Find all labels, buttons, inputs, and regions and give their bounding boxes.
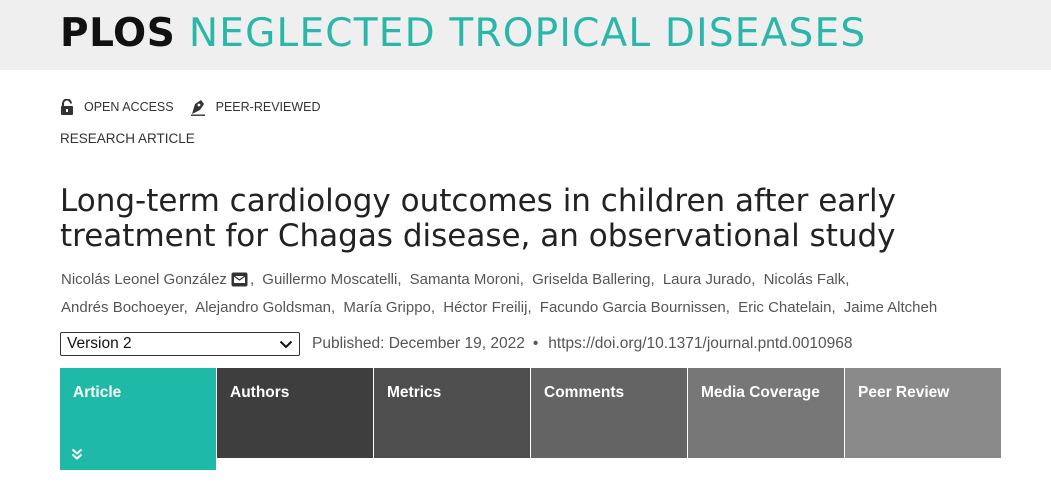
- tab-authors[interactable]: Authors: [217, 368, 373, 458]
- author-line-1: Nicolás Leonel González, Guillermo Mosca…: [61, 266, 1021, 294]
- tab-comments[interactable]: Comments: [531, 368, 687, 458]
- author-link[interactable]: Samanta Moroni,: [410, 271, 528, 288]
- author-link[interactable]: Alejandro Goldsman,: [195, 299, 339, 316]
- author-link[interactable]: Héctor Freilij,: [443, 299, 535, 316]
- author-link[interactable]: Facundo Garcia Bournissen,: [540, 299, 734, 316]
- tab-article[interactable]: Article: [60, 368, 216, 470]
- article-title: Long-term cardiology outcomes in childre…: [60, 183, 897, 254]
- double-chevron-down-icon: [71, 448, 83, 460]
- author-link[interactable]: María Grippo,: [343, 299, 439, 316]
- published-date: Published: December 19, 2022: [312, 335, 525, 352]
- plos-brand: PLOS: [60, 11, 176, 56]
- author-link[interactable]: Jaime Altcheh: [844, 299, 937, 316]
- tab-media-coverage[interactable]: Media Coverage: [688, 368, 844, 458]
- tab-label: Article: [73, 384, 122, 401]
- open-access-label: OPEN ACCESS: [84, 100, 174, 114]
- pen-nib-icon: [190, 100, 205, 116]
- author-link[interactable]: Griselda Ballering,: [532, 271, 659, 288]
- tab-label: Media Coverage: [701, 384, 820, 401]
- meta-separator: •: [532, 335, 539, 352]
- chevron-down-icon: [279, 340, 293, 348]
- journal-title[interactable]: PLOS NEGLECTED TROPICAL DISEASES: [60, 8, 866, 60]
- author-list: Nicolás Leonel González, Guillermo Mosca…: [61, 266, 1021, 322]
- envelope-icon[interactable]: [231, 272, 248, 287]
- tab-label: Metrics: [387, 384, 442, 401]
- author-link[interactable]: Eric Chatelain,: [738, 299, 840, 316]
- article-badges: OPEN ACCESS PEER-REVIEWED: [60, 97, 337, 117]
- version-select[interactable]: Version 2: [60, 332, 300, 356]
- author-link[interactable]: Nicolás Leonel González,: [61, 271, 258, 288]
- lock-open-icon: [61, 99, 73, 115]
- author-link[interactable]: Andrés Bochoeyer,: [61, 299, 192, 316]
- author-line-2: Andrés Bochoeyer, Alejandro Goldsman, Ma…: [61, 294, 1021, 322]
- tab-peer-review[interactable]: Peer Review: [845, 368, 1001, 458]
- journal-banner: PLOS NEGLECTED TROPICAL DISEASES: [0, 0, 1051, 70]
- tab-label: Authors: [230, 384, 290, 401]
- doi-link[interactable]: https://doi.org/10.1371/journal.pntd.001…: [548, 335, 852, 353]
- author-link[interactable]: Nicolás Falk,: [764, 271, 850, 288]
- open-access-badge[interactable]: OPEN ACCESS: [60, 99, 174, 115]
- tab-metrics[interactable]: Metrics: [374, 368, 530, 458]
- tab-label: Comments: [544, 384, 625, 401]
- author-link[interactable]: Laura Jurado,: [663, 271, 760, 288]
- article-tabs: Article Authors Metrics Comments Media C…: [60, 368, 1002, 470]
- peer-reviewed-label: PEER-REVIEWED: [215, 100, 321, 114]
- peer-reviewed-badge[interactable]: PEER-REVIEWED: [190, 98, 321, 116]
- author-link[interactable]: Guillermo Moscatelli,: [262, 271, 405, 288]
- article-type: RESEARCH ARTICLE: [60, 131, 195, 146]
- tab-label: Peer Review: [858, 384, 950, 401]
- version-selected-value: Version 2: [67, 335, 132, 352]
- article-meta: Version 2 Published: December 19, 2022 •…: [60, 331, 853, 357]
- journal-name: NEGLECTED TROPICAL DISEASES: [188, 11, 867, 56]
